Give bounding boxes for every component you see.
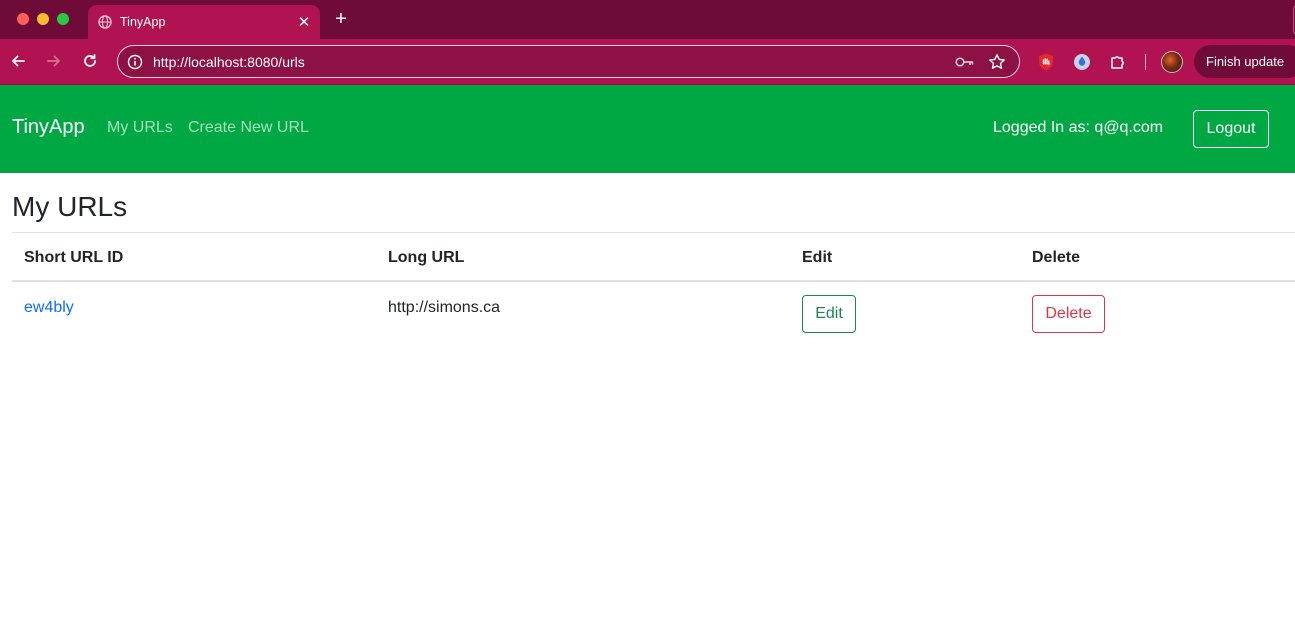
address-bar[interactable]: http://localhost:8080/urls xyxy=(117,45,1020,78)
profile-avatar[interactable] xyxy=(1161,51,1183,73)
new-tab-button[interactable]: + xyxy=(330,8,352,30)
browser-toolbar: http://localhost:8080/urls Finish update xyxy=(0,39,1295,85)
table-row: ew4bly http://simons.ca Edit Delete xyxy=(12,282,1295,344)
short-url-link[interactable]: ew4bly xyxy=(24,299,74,317)
extensions-puzzle-icon[interactable] xyxy=(1107,51,1129,73)
extension-drop-icon[interactable] xyxy=(1071,51,1093,73)
table-header: Short URL ID Long URL Edit Delete xyxy=(12,233,1295,282)
close-window-button[interactable] xyxy=(17,13,29,25)
long-url-cell: http://simons.ca xyxy=(388,299,501,316)
delete-button[interactable]: Delete xyxy=(1032,295,1105,333)
header-edit: Edit xyxy=(802,249,833,266)
urls-table: Short URL ID Long URL Edit Delete ew4bly… xyxy=(12,232,1295,344)
finish-update-button[interactable]: Finish update xyxy=(1194,45,1295,78)
back-arrow-icon[interactable] xyxy=(7,50,29,72)
forward-arrow-icon[interactable] xyxy=(43,50,65,72)
bookmark-star-icon[interactable] xyxy=(987,52,1007,72)
toolbar-divider xyxy=(1145,54,1146,70)
key-icon[interactable] xyxy=(955,52,975,72)
brand-link[interactable]: TinyApp xyxy=(12,116,85,139)
reload-icon[interactable] xyxy=(79,50,101,72)
nav-link-my-urls[interactable]: My URLs xyxy=(107,119,173,137)
header-short-url-id: Short URL ID xyxy=(24,249,124,266)
logged-in-status: Logged In as: q@q.com xyxy=(993,119,1164,136)
ad-blocker-extension-icon[interactable] xyxy=(1035,51,1057,73)
nav-link-create-new-url[interactable]: Create New URL xyxy=(188,119,309,137)
site-info-icon[interactable] xyxy=(126,53,144,71)
app-navbar: TinyApp My URLs Create New URL Logged In… xyxy=(0,85,1295,173)
close-tab-icon[interactable]: ✕ xyxy=(294,12,314,32)
maximize-window-button[interactable] xyxy=(57,13,69,25)
globe-icon xyxy=(98,15,112,29)
header-delete: Delete xyxy=(1032,249,1081,266)
url-text[interactable]: http://localhost:8080/urls xyxy=(153,54,955,70)
browser-tabstrip: TinyApp ✕ + xyxy=(0,0,1295,39)
minimize-window-button[interactable] xyxy=(37,13,49,25)
tab-title: TinyApp xyxy=(120,15,166,29)
logout-button[interactable]: Logout xyxy=(1193,110,1269,148)
page-title: My URLs xyxy=(12,191,128,222)
edit-button[interactable]: Edit xyxy=(802,295,856,333)
header-long-url: Long URL xyxy=(388,249,465,266)
browser-tab[interactable]: TinyApp ✕ xyxy=(88,5,320,39)
